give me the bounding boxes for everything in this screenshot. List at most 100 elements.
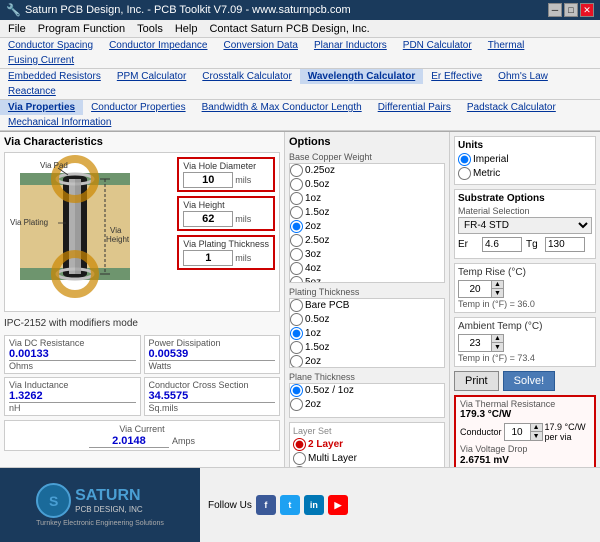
units-imperial[interactable]: Imperial <box>458 153 592 166</box>
toolbar-ohms-law[interactable]: Ohm's Law <box>490 69 556 84</box>
via-inputs: Via Hole Diameter mils Via Height mils V… <box>177 157 275 270</box>
substrate-box: Substrate Options Material Selection FR-… <box>454 189 596 259</box>
window-title: Saturn PCB Design, Inc. - PCB Toolkit V7… <box>25 4 351 16</box>
plating-1.5oz[interactable]: 1.5oz <box>290 341 444 354</box>
power-dissipation-value: 0.00539 <box>149 348 276 361</box>
saturn-logo: S SATURN PCB DESIGN, INC Turnkey Electro… <box>0 468 200 542</box>
social-area: Follow Us f t in ▶ <box>200 468 356 542</box>
thermal-resistance-label: Via Thermal Resistance <box>460 399 590 409</box>
tg-input[interactable] <box>545 237 585 252</box>
maximize-btn[interactable]: □ <box>564 3 578 17</box>
results-grid: Via DC Resistance 0.00133 Ohms Power Dis… <box>4 335 280 416</box>
temp-rise-up[interactable]: ▲ <box>491 281 503 289</box>
thermal-resistance-box: Via Thermal Resistance 179.3 °C/W Conduc… <box>454 395 596 467</box>
menu-program[interactable]: Program Function <box>32 22 131 36</box>
toolbar-bandwidth[interactable]: Bandwidth & Max Conductor Length <box>194 100 370 115</box>
copper-0.25oz[interactable]: 0.25oz <box>290 164 444 177</box>
ambient-temp-input[interactable] <box>459 335 491 351</box>
toolbar-embedded-resistors[interactable]: Embedded Resistors <box>0 69 109 84</box>
via-current-label: Via Current <box>119 424 164 434</box>
toolbar-planar-inductors[interactable]: Planar Inductors <box>306 38 395 53</box>
copper-1.5oz[interactable]: 1.5oz <box>290 206 444 219</box>
facebook-icon[interactable]: f <box>256 495 276 515</box>
temp-rise-input[interactable] <box>459 281 491 297</box>
conductor-up[interactable]: ▲ <box>530 424 542 432</box>
copper-2.5oz[interactable]: 2.5oz <box>290 234 444 247</box>
toolbar-conductor-properties[interactable]: Conductor Properties <box>83 100 194 115</box>
copper-4oz[interactable]: 4oz <box>290 262 444 275</box>
toolbar-thermal[interactable]: Thermal <box>480 38 533 53</box>
toolbar-conversion-data[interactable]: Conversion Data <box>215 38 305 53</box>
minimize-btn[interactable]: ─ <box>548 3 562 17</box>
layer-multi[interactable]: Multi Layer <box>293 452 441 465</box>
via-hole-diameter-input[interactable] <box>183 172 233 188</box>
toolbar-via-properties[interactable]: Via Properties <box>0 100 83 115</box>
plating-bare[interactable]: Bare PCB <box>290 299 444 312</box>
window-controls: ─ □ ✕ <box>548 3 594 17</box>
copper-1oz[interactable]: 1oz <box>290 192 444 205</box>
temp-rise-spinner[interactable]: ▲ ▼ <box>458 280 504 298</box>
right-panel: Units Imperial Metric Substrate Options … <box>450 132 600 467</box>
conductor-spinner[interactable]: ▲ ▼ <box>504 423 543 441</box>
toolbar-conductor-impedance[interactable]: Conductor Impedance <box>101 38 215 53</box>
copper-3oz[interactable]: 3oz <box>290 248 444 261</box>
close-btn[interactable]: ✕ <box>580 3 594 17</box>
follow-label: Follow Us <box>208 500 252 511</box>
via-height-label: Via Height <box>183 200 269 210</box>
menu-file[interactable]: File <box>2 22 32 36</box>
toolbar-mechanical[interactable]: Mechanical Information <box>0 115 119 130</box>
conductor-input[interactable] <box>505 424 530 440</box>
svg-text:Via: Via <box>110 226 122 235</box>
menu-contact[interactable]: Contact Saturn PCB Design, Inc. <box>203 22 375 36</box>
er-input[interactable] <box>482 237 522 252</box>
toolbar-ppm-calculator[interactable]: PPM Calculator <box>109 69 194 84</box>
copper-weight-list: 0.25oz 0.5oz 1oz 1.5oz 2oz 2.5oz 3oz 4oz… <box>289 163 445 283</box>
toolbar-conductor-spacing[interactable]: Conductor Spacing <box>0 38 101 53</box>
plating-2oz[interactable]: 2oz <box>290 355 444 368</box>
units-metric[interactable]: Metric <box>458 167 592 180</box>
toolbar-er-effective[interactable]: Er Effective <box>423 69 490 84</box>
toolbar-padstack[interactable]: Padstack Calculator <box>459 100 564 115</box>
linkedin-icon[interactable]: in <box>304 495 324 515</box>
via-height-unit: mils <box>235 214 251 224</box>
via-height-input[interactable] <box>183 211 233 227</box>
menu-tools[interactable]: Tools <box>131 22 169 36</box>
toolbar-reactance[interactable]: Reactance <box>0 84 64 99</box>
options-title: Options <box>289 136 445 148</box>
layer-set-box: Layer Set 2 Layer Multi Layer Microvia <box>289 422 445 467</box>
copper-2oz[interactable]: 2oz <box>290 220 444 233</box>
twitter-icon[interactable]: t <box>280 495 300 515</box>
print-button[interactable]: Print <box>454 371 499 391</box>
layer-2[interactable]: 2 Layer <box>293 438 441 451</box>
temp-rise-down[interactable]: ▼ <box>491 289 503 297</box>
copper-5oz[interactable]: 5oz <box>290 276 444 283</box>
conductor-down[interactable]: ▼ <box>530 432 542 440</box>
via-plating-input[interactable] <box>183 250 233 266</box>
copper-0.5oz[interactable]: 0.5oz <box>290 178 444 191</box>
ambient-temp-spinner[interactable]: ▲ ▼ <box>458 334 504 352</box>
toolbar-crosstalk[interactable]: Crosstalk Calculator <box>194 69 299 84</box>
toolbar-pdn-calculator[interactable]: PDN Calculator <box>395 38 480 53</box>
ambient-temp-down[interactable]: ▼ <box>491 343 503 351</box>
menu-help[interactable]: Help <box>169 22 204 36</box>
bottom-bar: S SATURN PCB DESIGN, INC Turnkey Electro… <box>0 467 600 542</box>
plane-2oz[interactable]: 2oz <box>290 398 444 411</box>
cross-section-value: 34.5575 <box>149 390 276 403</box>
material-label: Material Selection <box>458 206 592 216</box>
toolbar-wavelength[interactable]: Wavelength Calculator <box>300 69 423 84</box>
material-select[interactable]: FR-4 STD <box>458 217 592 234</box>
plating-1oz[interactable]: 1oz <box>290 327 444 340</box>
plane-thickness-label: Plane Thickness <box>289 372 445 382</box>
ipc-text: IPC-2152 with modifiers mode <box>4 318 280 329</box>
via-characteristics-title: Via Characteristics <box>4 136 280 148</box>
plating-0.5oz[interactable]: 0.5oz <box>290 313 444 326</box>
layer-microvia[interactable]: Microvia <box>293 466 441 467</box>
plane-0.5oz[interactable]: 0.5oz / 1oz <box>290 384 444 397</box>
toolbar-fusing-current[interactable]: Fusing Current <box>0 53 82 68</box>
youtube-icon[interactable]: ▶ <box>328 495 348 515</box>
thermal-resistance-value: 179.3 °C/W <box>460 409 590 420</box>
dc-resistance-item: Via DC Resistance 0.00133 Ohms <box>4 335 141 374</box>
toolbar-differential-pairs[interactable]: Differential Pairs <box>370 100 459 115</box>
solve-button[interactable]: Solve! <box>503 371 556 391</box>
ambient-temp-up[interactable]: ▲ <box>491 335 503 343</box>
